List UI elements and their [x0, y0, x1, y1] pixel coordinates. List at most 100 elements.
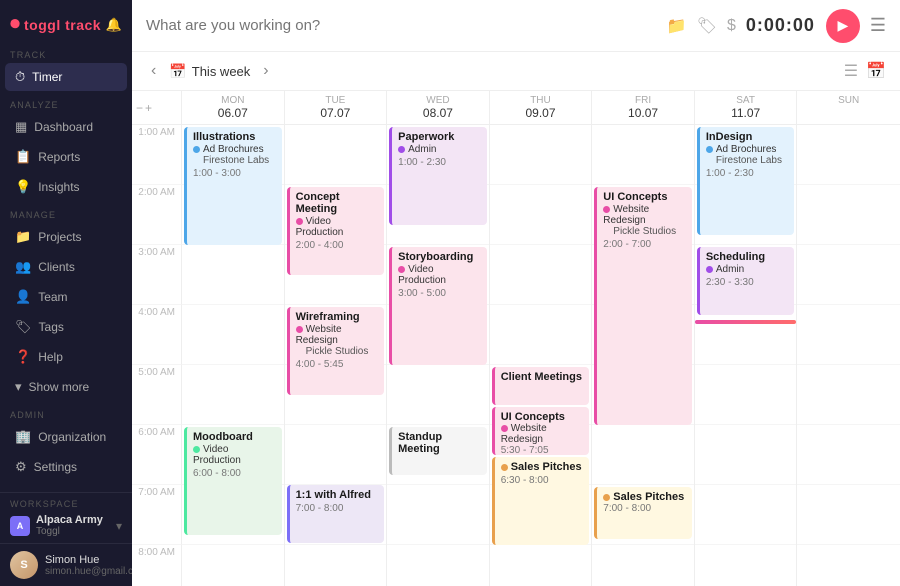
day-header-row: − + MON 06.07 TUE 07.07 WED 08.07 THU 09…: [132, 91, 900, 125]
event-wireframing[interactable]: Wireframing Website Redesign Pickle Stud…: [287, 307, 385, 395]
team-icon: 👤: [15, 289, 31, 305]
event-sales-pitches-thu[interactable]: Sales Pitches 6:30 - 8:00: [492, 457, 590, 545]
topbar: 📁 🏷 $ 0:00:00 ▶ ☰: [132, 0, 900, 52]
time-header-spacer: − +: [132, 91, 182, 124]
event-title: InDesign: [706, 131, 789, 143]
progress-indicator: [695, 320, 797, 324]
time-column: 1:00 AM 2:00 AM 3:00 AM 4:00 AM 5:00 AM …: [132, 125, 182, 586]
day-date-1: 07.07: [287, 106, 385, 120]
day-col-2: Paperwork Admin 1:00 - 2:30 Storyboardin…: [387, 125, 490, 586]
day-name-3: THU: [492, 95, 590, 106]
prev-week-button[interactable]: ‹: [146, 60, 161, 82]
event-sub: Website Redesign: [501, 423, 584, 445]
event-ui-concepts-thu[interactable]: UI Concepts Website Redesign 5:30 - 7:05: [492, 407, 590, 455]
event-title: Scheduling: [706, 251, 789, 263]
event-sub: Admin: [398, 144, 481, 155]
event-title: Wireframing: [296, 311, 379, 323]
chevron-down-icon: ▾: [15, 379, 22, 395]
sidebar-item-organization[interactable]: 🏢 Organization: [5, 423, 127, 451]
day-header-3: THU 09.07: [490, 91, 593, 124]
event-title: UI Concepts: [603, 191, 686, 203]
timer-label: Timer: [32, 70, 62, 84]
time-slot-7am: 7:00 AM: [132, 485, 182, 545]
event-title: Client Meetings: [501, 371, 584, 383]
event-sub: Video Production: [296, 216, 379, 238]
event-time: 7:00 - 8:00: [603, 503, 686, 514]
workspace-item[interactable]: A Alpaca Army Toggl ▾: [10, 514, 122, 537]
day-header-0: MON 06.07: [182, 91, 285, 124]
day-name-1: TUE: [287, 95, 385, 106]
week-label: 📅 This week: [169, 63, 250, 80]
sidebar-item-projects[interactable]: 📁 Projects: [5, 223, 127, 251]
event-sub: Ad Brochures: [193, 144, 276, 155]
event-time: 2:00 - 7:00: [603, 239, 686, 250]
day-name-0: MON: [184, 95, 282, 106]
event-time: 6:00 - 8:00: [193, 468, 276, 479]
sidebar-item-help[interactable]: ❓ Help: [5, 343, 127, 371]
event-time: 4:00 - 5:45: [296, 359, 379, 370]
dashboard-icon: ▦: [15, 119, 27, 135]
sidebar-item-settings[interactable]: ⚙ Settings: [5, 453, 127, 481]
event-illustrations[interactable]: Illustrations Ad Brochures Firestone Lab…: [184, 127, 282, 245]
event-standup[interactable]: Standup Meeting: [389, 427, 487, 475]
logo-icon: ⏺: [10, 13, 20, 36]
sidebar-item-timer[interactable]: ⏱ Timer: [5, 63, 127, 91]
list-view-icon[interactable]: ☰: [844, 61, 858, 81]
event-sales-pitches-fri[interactable]: Sales Pitches 7:00 - 8:00: [594, 487, 692, 539]
plus-icon[interactable]: +: [145, 101, 152, 115]
calendar-view-icon[interactable]: 📅: [866, 61, 886, 81]
sidebar-item-reports[interactable]: 📋 Reports: [5, 143, 127, 171]
time-slot-8am: 8:00 AM: [132, 545, 182, 586]
event-sub: Video Production: [193, 444, 276, 466]
event-time: 1:00 - 2:30: [398, 157, 481, 168]
tags-label: Tags: [39, 320, 64, 334]
minus-icon[interactable]: −: [136, 101, 143, 115]
event-indesign[interactable]: InDesign Ad Brochures Firestone Labs 1:0…: [697, 127, 795, 235]
reports-label: Reports: [38, 150, 80, 164]
section-admin-label: ADMIN: [0, 402, 132, 422]
event-time: 7:00 - 8:00: [296, 503, 379, 514]
event-client-meetings[interactable]: Client Meetings: [492, 367, 590, 405]
event-title: Paperwork: [398, 131, 481, 143]
sidebar-item-team[interactable]: 👤 Team: [5, 283, 127, 311]
event-title: Standup Meeting: [398, 431, 481, 455]
billing-icon[interactable]: $: [727, 17, 736, 35]
menu-icon[interactable]: ☰: [870, 15, 886, 36]
workspace-expand-icon[interactable]: ▾: [116, 519, 122, 533]
notification-bell-icon[interactable]: 🔔: [106, 17, 122, 33]
sidebar-item-insights[interactable]: 💡 Insights: [5, 173, 127, 201]
event-title: Sales Pitches: [603, 491, 686, 503]
team-label: Team: [38, 290, 67, 304]
user-section: S Simon Hue simon.hue@gmail.co...: [0, 543, 132, 586]
event-time: 6:30 - 8:00: [501, 475, 584, 486]
event-scheduling[interactable]: Scheduling Admin 2:30 - 3:30: [697, 247, 795, 315]
clients-label: Clients: [38, 260, 75, 274]
tag-icon[interactable]: 🏷: [697, 16, 717, 36]
event-paperwork[interactable]: Paperwork Admin 1:00 - 2:30: [389, 127, 487, 225]
sidebar-item-tags[interactable]: 🏷 Tags: [5, 313, 127, 341]
event-storyboarding[interactable]: Storyboarding Video Production 3:00 - 5:…: [389, 247, 487, 365]
event-title: Moodboard: [193, 431, 276, 443]
help-icon: ❓: [15, 349, 31, 365]
organization-label: Organization: [38, 430, 106, 444]
event-title: Illustrations: [193, 131, 276, 143]
show-more-label: Show more: [29, 380, 90, 394]
day-date-2: 08.07: [389, 106, 487, 120]
start-button[interactable]: ▶: [826, 9, 860, 43]
time-slot-1am: 1:00 AM: [132, 125, 182, 185]
avatar: S: [10, 551, 38, 579]
time-slot-2am: 2:00 AM: [132, 185, 182, 245]
next-week-button[interactable]: ›: [258, 60, 273, 82]
sidebar-item-dashboard[interactable]: ▦ Dashboard: [5, 113, 127, 141]
sidebar-item-show-more[interactable]: ▾ Show more: [5, 373, 127, 401]
day-col-4: UI Concepts Website Redesign Pickle Stud…: [592, 125, 695, 586]
sidebar-item-clients[interactable]: 👥 Clients: [5, 253, 127, 281]
event-ui-concepts-fri[interactable]: UI Concepts Website Redesign Pickle Stud…: [594, 187, 692, 425]
time-entry-input[interactable]: [146, 17, 657, 34]
event-title: UI Concepts: [501, 411, 584, 423]
event-sub: Website Redesign: [296, 324, 379, 346]
event-moodboard[interactable]: Moodboard Video Production 6:00 - 8:00: [184, 427, 282, 535]
folder-icon[interactable]: 📁: [667, 16, 687, 36]
event-one-on-one[interactable]: 1:1 with Alfred 7:00 - 8:00: [287, 485, 385, 543]
event-concept-meeting[interactable]: Concept Meeting Video Production 2:00 - …: [287, 187, 385, 275]
